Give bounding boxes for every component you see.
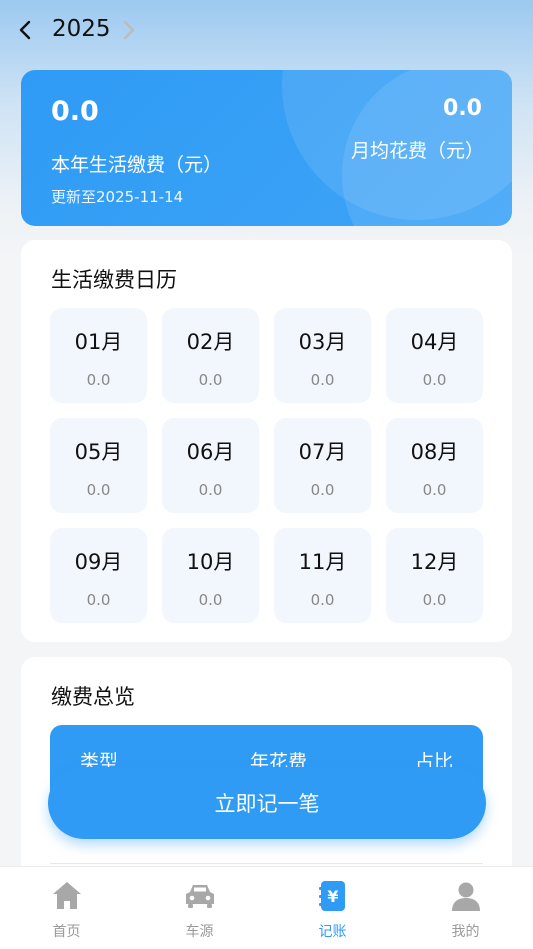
monthly-average-label: 月均花费（元） [350, 140, 484, 162]
home-icon [53, 882, 81, 909]
month-label: 11月 [298, 550, 347, 574]
month-value: 0.0 [198, 481, 223, 499]
month-value: 0.0 [422, 591, 447, 609]
month-label: 06月 [186, 440, 235, 464]
year-label: 2025 [52, 16, 111, 42]
nav-label: 首页 [52, 924, 81, 940]
month-label: 02月 [186, 330, 235, 354]
record-now-button[interactable]: 立即记一笔 [48, 767, 486, 839]
nav-item-profile[interactable]: 我的 [399, 867, 532, 949]
month-cell-10[interactable]: 10月 0.0 [162, 528, 259, 623]
month-value: 0.0 [310, 481, 335, 499]
month-value: 0.0 [198, 371, 223, 389]
overview-title: 缴费总览 [51, 685, 135, 709]
month-cell-03[interactable]: 03月 0.0 [274, 308, 371, 403]
month-label: 05月 [74, 440, 123, 464]
monthly-average-value: 0.0 [443, 96, 482, 121]
month-cell-08[interactable]: 08月 0.0 [386, 418, 483, 513]
month-label: 10月 [186, 550, 235, 574]
annual-total-value: 0.0 [51, 96, 99, 127]
nav-label: 我的 [451, 924, 480, 940]
month-value: 0.0 [86, 591, 111, 609]
month-cell-09[interactable]: 09月 0.0 [50, 528, 147, 623]
month-value: 0.0 [422, 481, 447, 499]
nav-item-ledger[interactable]: ¥ 记账 [266, 867, 399, 949]
nav-label: 车源 [185, 924, 214, 940]
month-value: 0.0 [310, 591, 335, 609]
payment-calendar-card: 生活缴费日历 01月 0.0 02月 0.0 03月 0.0 04月 0.0 0… [21, 240, 512, 642]
profile-icon [452, 882, 480, 911]
chevron-left-icon[interactable] [14, 18, 38, 42]
svg-text:¥: ¥ [327, 887, 338, 906]
calendar-title: 生活缴费日历 [51, 268, 177, 292]
month-label: 09月 [74, 550, 123, 574]
year-navigator: 2025 [0, 10, 533, 54]
chevron-right-icon[interactable] [116, 18, 140, 42]
ledger-icon: ¥ [319, 881, 345, 911]
month-label: 04月 [410, 330, 459, 354]
annual-total-label: 本年生活缴费（元） [51, 154, 223, 176]
month-cell-04[interactable]: 04月 0.0 [386, 308, 483, 403]
month-value: 0.0 [422, 371, 447, 389]
month-value: 0.0 [310, 371, 335, 389]
month-value: 0.0 [86, 481, 111, 499]
car-icon [186, 885, 214, 908]
month-cell-07[interactable]: 07月 0.0 [274, 418, 371, 513]
month-cell-01[interactable]: 01月 0.0 [50, 308, 147, 403]
month-label: 08月 [410, 440, 459, 464]
month-value: 0.0 [86, 371, 111, 389]
month-label: 03月 [298, 330, 347, 354]
summary-card: 0.0 本年生活缴费（元） 更新至2025-11-14 0.0 月均花费（元） [21, 70, 512, 226]
divider [50, 863, 483, 864]
nav-item-home[interactable]: 首页 [0, 867, 133, 949]
bottom-navigation: 首页 车源 ¥ 记账 我的 [0, 866, 533, 949]
month-cell-06[interactable]: 06月 0.0 [162, 418, 259, 513]
nav-item-car-source[interactable]: 车源 [133, 867, 266, 949]
updated-date: 更新至2025-11-14 [51, 188, 184, 206]
month-label: 01月 [74, 330, 123, 354]
nav-label: 记账 [318, 924, 347, 940]
month-cell-02[interactable]: 02月 0.0 [162, 308, 259, 403]
month-cell-12[interactable]: 12月 0.0 [386, 528, 483, 623]
month-label: 07月 [298, 440, 347, 464]
month-cell-11[interactable]: 11月 0.0 [274, 528, 371, 623]
month-label: 12月 [410, 550, 459, 574]
month-cell-05[interactable]: 05月 0.0 [50, 418, 147, 513]
month-value: 0.0 [198, 591, 223, 609]
